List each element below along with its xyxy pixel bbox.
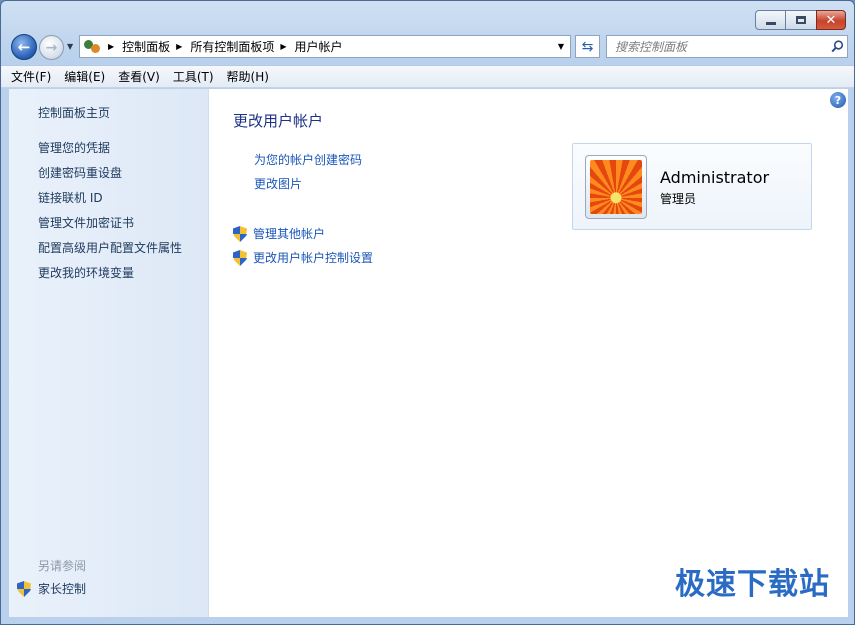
sidebar-create-reset-disk[interactable]: 创建密码重设盘 bbox=[38, 164, 122, 181]
refresh-button[interactable]: ⇆ bbox=[575, 35, 600, 58]
refresh-icon: ⇆ bbox=[581, 38, 594, 55]
search-box bbox=[606, 35, 848, 58]
maximize-button[interactable] bbox=[785, 10, 817, 30]
user-accounts-icon bbox=[84, 39, 102, 55]
history-dropdown-icon[interactable]: ▼ bbox=[67, 42, 73, 51]
close-icon: ✕ bbox=[825, 12, 837, 28]
menu-file[interactable]: 文件(F) bbox=[11, 68, 51, 85]
change-picture-link[interactable]: 更改图片 bbox=[254, 175, 302, 192]
back-button[interactable]: ← bbox=[11, 34, 37, 60]
breadcrumb-user-accounts[interactable]: 用户帐户 bbox=[295, 38, 343, 55]
menu-bar: 文件(F) 编辑(E) 查看(V) 工具(T) 帮助(H) bbox=[1, 65, 854, 88]
sidebar-link-online-id[interactable]: 链接联机 ID bbox=[38, 189, 103, 206]
arrow-left-icon: ← bbox=[17, 38, 31, 56]
chevron-right-icon[interactable]: ▶ bbox=[176, 42, 182, 51]
create-password-link[interactable]: 为您的帐户创建密码 bbox=[254, 151, 362, 168]
close-button[interactable]: ✕ bbox=[816, 10, 846, 30]
help-icon[interactable]: ? bbox=[830, 92, 846, 108]
control-panel-window: ✕ ← → ▼ ▶ 控制面板 ▶ 所有控制面板项 ▶ 用户帐户 ▼ ⇆ 文件(F… bbox=[0, 0, 855, 625]
maximize-icon bbox=[796, 16, 806, 24]
user-account-card: Administrator 管理员 bbox=[572, 143, 812, 230]
caption-buttons: ✕ bbox=[755, 10, 846, 30]
uac-shield-icon bbox=[233, 225, 247, 242]
sidebar-file-encryption-certs[interactable]: 管理文件加密证书 bbox=[38, 214, 134, 231]
parental-controls-label: 家长控制 bbox=[38, 582, 87, 596]
arrow-right-icon: → bbox=[45, 39, 58, 56]
sidebar-advanced-profile-properties[interactable]: 配置高级用户配置文件属性 bbox=[38, 239, 182, 256]
watermark-logo: 极速下载站 bbox=[675, 567, 830, 602]
sidebar-parental-controls[interactable]: 家长控制 bbox=[17, 580, 86, 597]
chevron-right-icon[interactable]: ▶ bbox=[108, 42, 114, 51]
manage-other-accounts-label: 管理其他帐户 bbox=[253, 227, 326, 241]
user-role: 管理员 bbox=[660, 192, 697, 206]
menu-tools[interactable]: 工具(T) bbox=[173, 68, 214, 85]
minimize-button[interactable] bbox=[755, 10, 786, 30]
forward-button[interactable]: → bbox=[39, 35, 64, 60]
uac-settings-link[interactable]: 更改用户帐户控制设置 bbox=[233, 249, 373, 266]
chevron-down-icon[interactable]: ▼ bbox=[558, 42, 564, 51]
uac-settings-label: 更改用户帐户控制设置 bbox=[253, 251, 374, 265]
page-title: 更改用户帐户 bbox=[233, 112, 324, 130]
breadcrumb-all-items[interactable]: 所有控制面板项 bbox=[190, 38, 274, 55]
flower-picture-icon bbox=[590, 160, 642, 214]
menu-edit[interactable]: 编辑(E) bbox=[64, 68, 105, 85]
sidebar-control-panel-home[interactable]: 控制面板主页 bbox=[38, 104, 110, 121]
sidebar-manage-credentials[interactable]: 管理您的凭据 bbox=[38, 139, 110, 156]
manage-other-accounts-link[interactable]: 管理其他帐户 bbox=[233, 225, 325, 242]
avatar[interactable] bbox=[585, 155, 647, 219]
user-name: Administrator bbox=[660, 168, 770, 187]
sidebar: 控制面板主页 管理您的凭据 创建密码重设盘 链接联机 ID 管理文件加密证书 配… bbox=[9, 89, 209, 617]
content-area: 控制面板主页 管理您的凭据 创建密码重设盘 链接联机 ID 管理文件加密证书 配… bbox=[9, 89, 848, 617]
navigation-bar: ← → ▼ ▶ 控制面板 ▶ 所有控制面板项 ▶ 用户帐户 ▼ ⇆ bbox=[9, 33, 848, 61]
chevron-right-icon[interactable]: ▶ bbox=[280, 42, 286, 51]
uac-shield-icon bbox=[233, 249, 247, 266]
sidebar-environment-variables[interactable]: 更改我的环境变量 bbox=[38, 264, 134, 281]
menu-help[interactable]: 帮助(H) bbox=[227, 68, 269, 85]
search-icon[interactable] bbox=[827, 40, 847, 53]
uac-shield-icon bbox=[17, 580, 31, 597]
main-panel: ? 更改用户帐户 为您的帐户创建密码 更改图片 管理其他帐户 更改用户帐户控制设… bbox=[209, 89, 848, 617]
breadcrumb-control-panel[interactable]: 控制面板 bbox=[122, 38, 170, 55]
menu-view[interactable]: 查看(V) bbox=[118, 68, 160, 85]
see-also-heading: 另请参阅 bbox=[38, 559, 87, 573]
address-bar[interactable]: ▶ 控制面板 ▶ 所有控制面板项 ▶ 用户帐户 ▼ bbox=[79, 35, 571, 58]
search-input[interactable] bbox=[615, 39, 827, 54]
minimize-icon bbox=[765, 21, 776, 25]
